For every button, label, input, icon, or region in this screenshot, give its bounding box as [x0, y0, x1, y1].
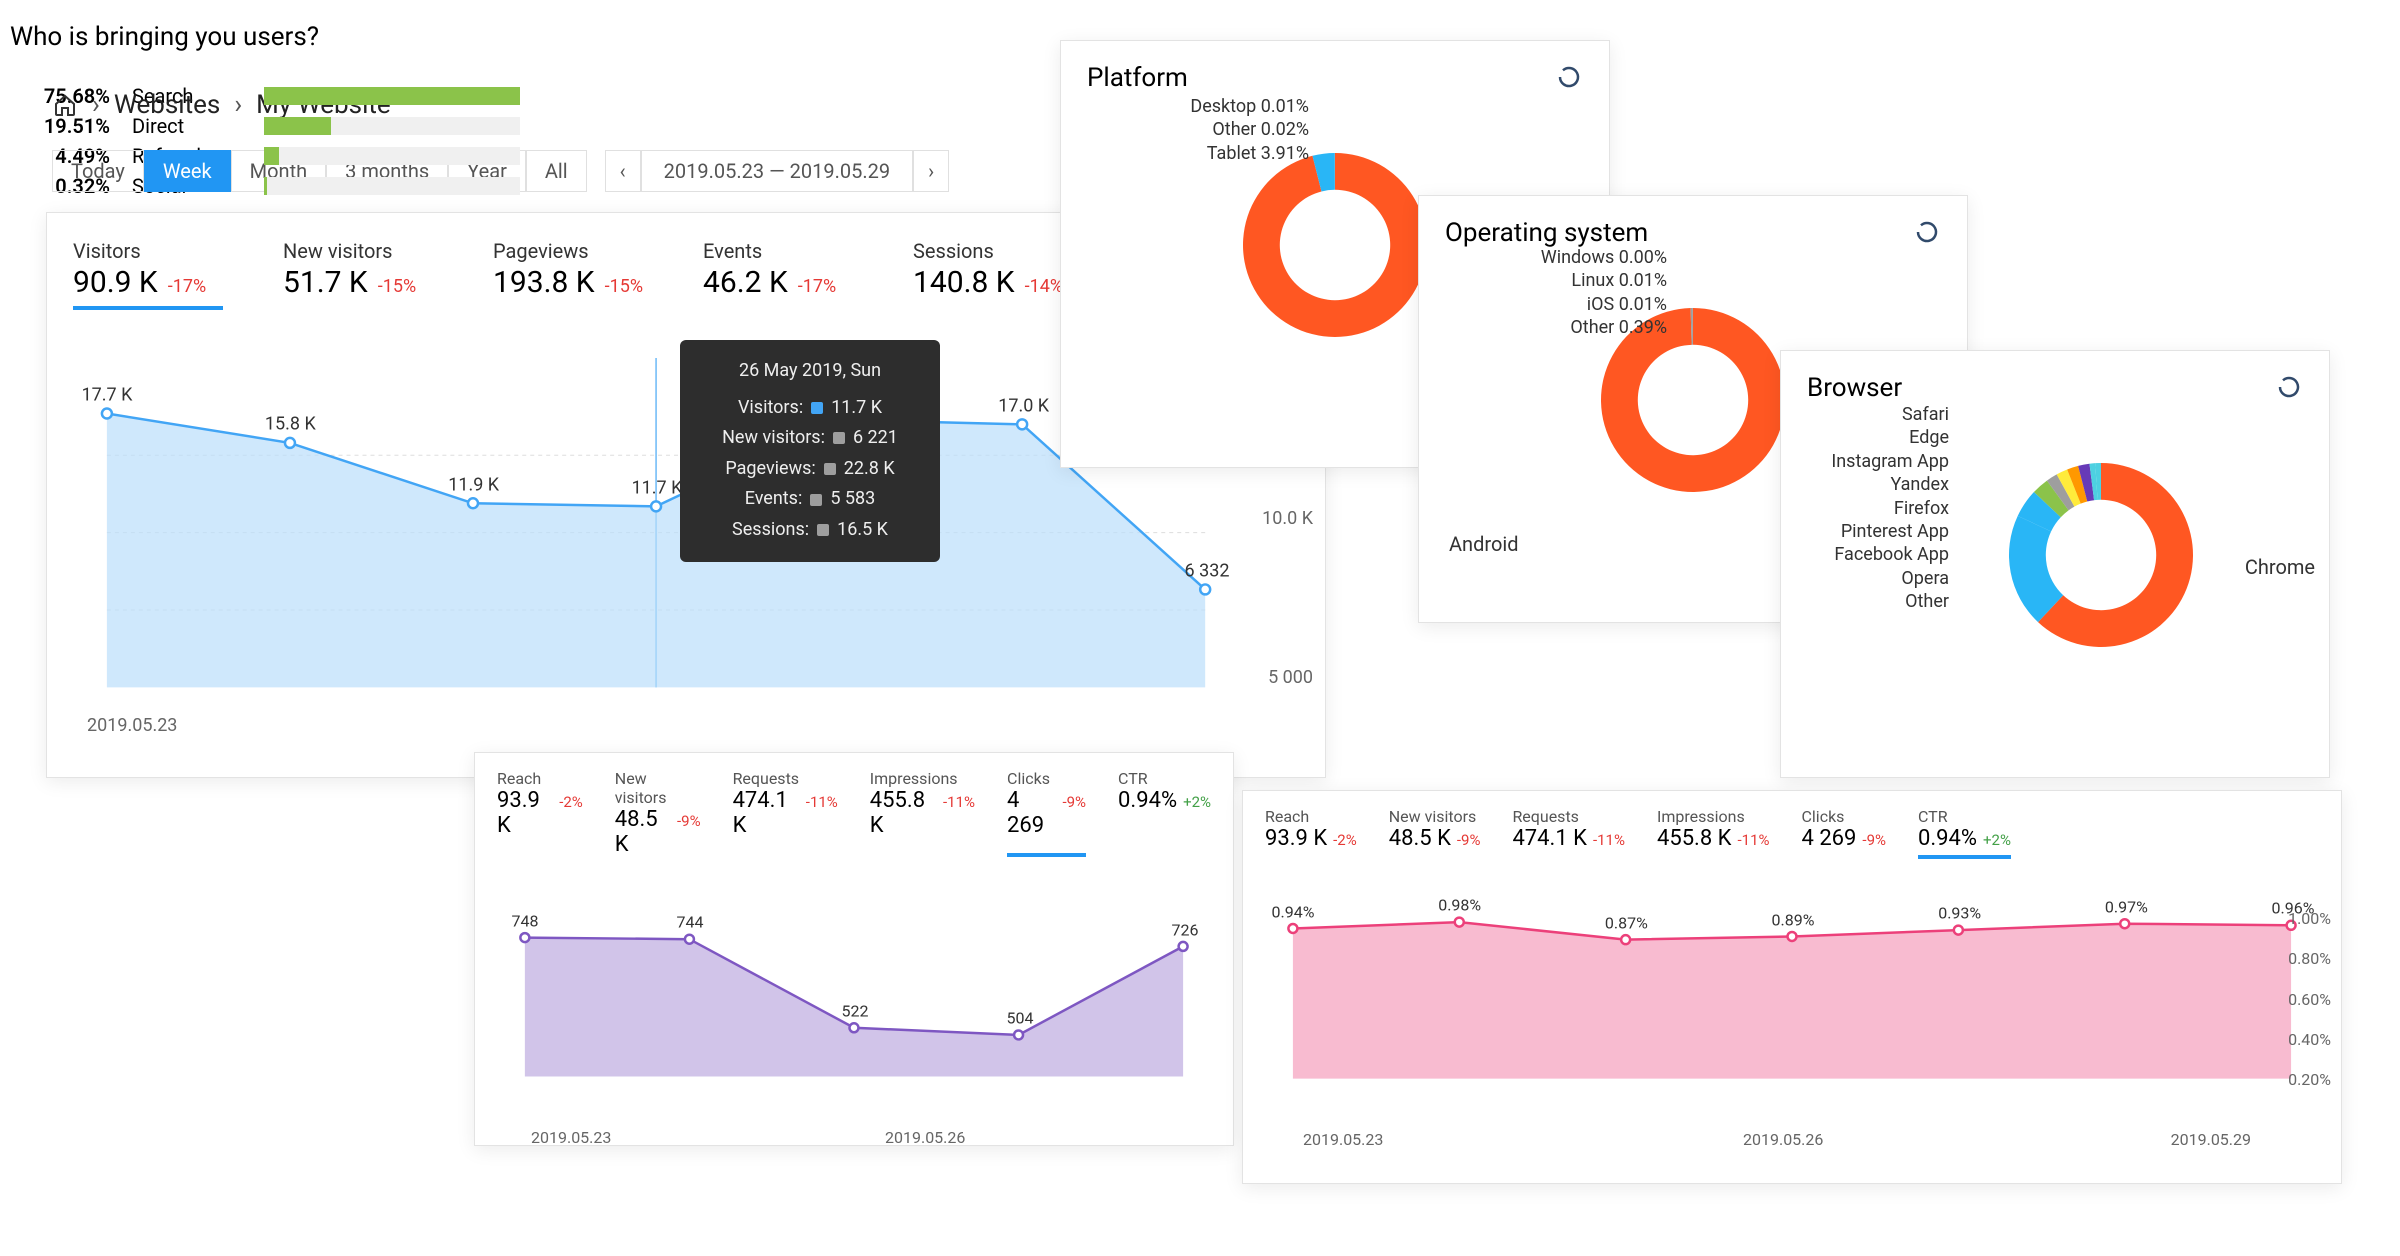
- mini-metric-requests[interactable]: Requests474.1 K-11%: [733, 769, 838, 857]
- donut-side-label: Safari: [1831, 403, 1949, 426]
- data-point-label: 0.94%: [1272, 902, 1315, 921]
- os-title: Operating system: [1445, 218, 1648, 248]
- data-point-label: 0.87%: [1605, 913, 1648, 932]
- data-point-label: 744: [677, 913, 704, 932]
- range-all[interactable]: All: [526, 150, 587, 192]
- mini-metric-impressions[interactable]: Impressions455.8 K-11%: [870, 769, 975, 857]
- range-week[interactable]: Week: [144, 150, 231, 192]
- tooltip-row: Sessions:16.5 K: [704, 515, 916, 546]
- date-range-label[interactable]: 2019.05.23 — 2019.05.29: [641, 150, 913, 192]
- metric-sessions[interactable]: Sessions 140.8 K-14%: [913, 239, 1063, 310]
- tooltip-row: Visitors:11.7 K: [704, 393, 916, 424]
- sources-title: Who is bringing you users?: [0, 0, 530, 78]
- mini-metric-clicks[interactable]: Clicks4 269-9%: [1802, 807, 1886, 859]
- donut-side-label: Facebook App: [1831, 543, 1949, 566]
- data-point-label: 17.7 K: [82, 384, 133, 405]
- y-tick: 5 000: [1268, 667, 1313, 688]
- browser-title: Browser: [1807, 373, 1902, 403]
- data-point-label: 522: [842, 1002, 869, 1021]
- x-label: 2019.05.26: [885, 1128, 965, 1147]
- mini-metric-new-visitors[interactable]: New visitors48.5 K-9%: [615, 769, 701, 857]
- y-tick: 0.40%: [2288, 1030, 2331, 1049]
- tooltip-row: Events:5 583: [704, 484, 916, 515]
- data-point-label: 0.97%: [2105, 897, 2148, 916]
- mini-metric-requests[interactable]: Requests474.1 K-11%: [1512, 807, 1625, 859]
- donut-side-label: Other 0.39%: [1541, 316, 1667, 339]
- home-icon[interactable]: [52, 92, 78, 118]
- mini-metric-clicks[interactable]: Clicks4 269-9%: [1007, 769, 1086, 857]
- mini-metric-reach[interactable]: Reach93.9 K-2%: [1265, 807, 1357, 859]
- platform-title: Platform: [1087, 63, 1188, 93]
- tooltip-row: Pageviews:22.8 K: [704, 454, 916, 485]
- data-point-label: 11.9 K: [448, 474, 499, 495]
- donut-side-label: Yandex: [1831, 473, 1949, 496]
- browser-main-label: Chrome: [2245, 555, 2315, 579]
- data-point-label: 0.93%: [1938, 904, 1981, 923]
- donut-side-label: Firefox: [1831, 497, 1949, 520]
- data-point-label: 726: [1172, 920, 1199, 939]
- chevron-right-icon: ›: [92, 90, 100, 120]
- donut-side-label: Linux 0.01%: [1541, 269, 1667, 292]
- clicks-chart[interactable]: 748744522504726 2019.05.23 2019.05.26: [475, 867, 1233, 1107]
- donut-side-label: Opera: [1831, 567, 1949, 590]
- os-main-label: Android: [1449, 532, 1519, 556]
- mini-metric-ctr[interactable]: CTR0.94%+2%: [1918, 807, 2011, 859]
- donut-side-label: Other 0.02%: [1190, 118, 1309, 141]
- data-point-label: 504: [1007, 1009, 1034, 1028]
- mini-metric-new-visitors[interactable]: New visitors48.5 K-9%: [1389, 807, 1481, 859]
- prev-range-button[interactable]: ‹: [605, 150, 641, 192]
- donut-side-label: Other: [1831, 590, 1949, 613]
- tooltip-row: New visitors:6 221: [704, 423, 916, 454]
- refresh-icon[interactable]: [1557, 65, 1583, 91]
- ctr-panel: Reach93.9 K-2% New visitors48.5 K-9% Reque…: [1242, 790, 2342, 1184]
- chart-tooltip: 26 May 2019, Sun Visitors:11.7 KNew visi…: [680, 340, 940, 562]
- donut-side-label: iOS 0.01%: [1541, 293, 1667, 316]
- metric-new-visitors[interactable]: New visitors 51.7 K-15%: [283, 239, 433, 310]
- next-range-button[interactable]: ›: [913, 150, 949, 192]
- donut-side-label: Edge: [1831, 426, 1949, 449]
- y-tick: 0.60%: [2288, 990, 2331, 1009]
- x-axis-start: 2019.05.23: [87, 715, 177, 736]
- mini-metric-impressions[interactable]: Impressions455.8 K-11%: [1657, 807, 1770, 859]
- mini-metric-ctr[interactable]: CTR0.94%+2%: [1118, 769, 1211, 857]
- y-tick: 0.80%: [2288, 949, 2331, 968]
- mini-metric-reach[interactable]: Reach93.9 K-2%: [497, 769, 583, 857]
- y-tick: 10.0 K: [1262, 508, 1313, 529]
- data-point-label: 0.98%: [1438, 896, 1481, 915]
- refresh-icon[interactable]: [1915, 220, 1941, 246]
- range-today[interactable]: Today: [52, 150, 144, 192]
- metric-pageviews[interactable]: Pageviews 193.8 K-15%: [493, 239, 643, 310]
- donut-side-label: Desktop 0.01%: [1190, 95, 1309, 118]
- metric-events[interactable]: Events 46.2 K-17%: [703, 239, 853, 310]
- refresh-icon[interactable]: [2277, 375, 2303, 401]
- donut-side-label: Pinterest App: [1831, 520, 1949, 543]
- ctr-chart[interactable]: 0.94%0.98%0.87%0.89%0.93%0.97%0.96% 1.00…: [1243, 869, 2341, 1109]
- donut-side-label: Windows 0.00%: [1541, 246, 1667, 269]
- data-point-label: 748: [512, 911, 539, 930]
- breadcrumb-websites[interactable]: Websites: [114, 90, 221, 120]
- data-point-label: 17.0 K: [998, 395, 1049, 416]
- x-label: 2019.05.29: [2171, 1130, 2251, 1149]
- data-point-label: 11.7 K: [632, 477, 683, 498]
- x-label: 2019.05.23: [531, 1128, 611, 1147]
- y-tick: 1.00%: [2288, 909, 2331, 928]
- y-tick: 0.20%: [2288, 1070, 2331, 1089]
- clicks-panel: Reach93.9 K-2% New visitors48.5 K-9% Reque…: [474, 752, 1234, 1146]
- metric-visitors[interactable]: Visitors 90.9 K-17%: [73, 239, 223, 310]
- browser-donut[interactable]: [1986, 440, 2216, 670]
- x-label: 2019.05.26: [1743, 1130, 1823, 1149]
- data-point-label: 0.89%: [1772, 910, 1815, 929]
- donut-side-label: Tablet 3.91%: [1190, 142, 1309, 165]
- donut-side-label: Instagram App: [1831, 450, 1949, 473]
- tooltip-date: 26 May 2019, Sun: [704, 356, 916, 387]
- x-label: 2019.05.23: [1303, 1130, 1383, 1149]
- data-point-label: 6 332: [1185, 560, 1230, 581]
- browser-card: Browser SafariEdgeInstagram AppYandexFir…: [1780, 350, 2330, 778]
- data-point-label: 15.8 K: [265, 414, 316, 435]
- chevron-right-icon: ›: [234, 90, 242, 120]
